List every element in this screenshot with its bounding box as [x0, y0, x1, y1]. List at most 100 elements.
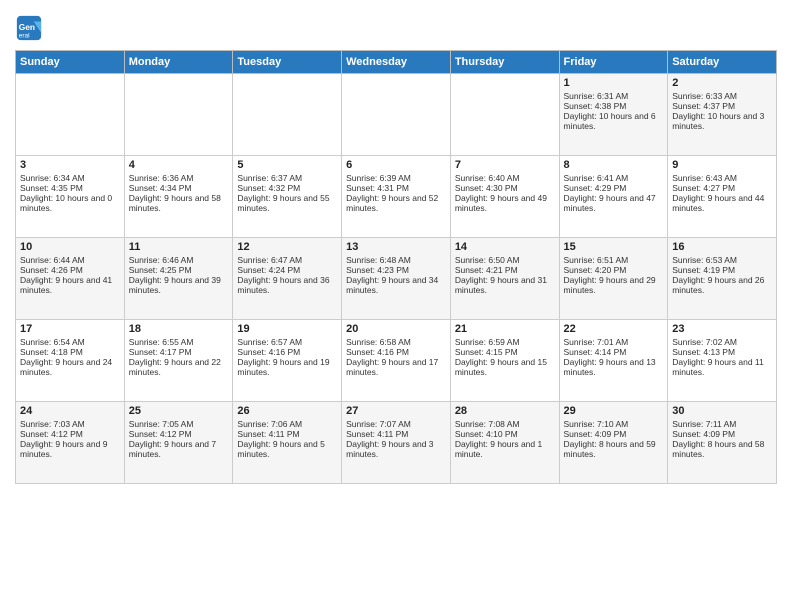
- day-info: Sunrise: 6:55 AM: [129, 337, 229, 347]
- day-info: Sunset: 4:11 PM: [346, 429, 446, 439]
- header: Gen eral: [15, 10, 777, 42]
- calendar-cell: 8 Sunrise: 6:41 AMSunset: 4:29 PMDaylight…: [559, 156, 668, 238]
- day-info: Sunset: 4:23 PM: [346, 265, 446, 275]
- day-info: Daylight: 9 hours and 22 minutes.: [129, 357, 229, 377]
- day-number: 30: [672, 405, 772, 417]
- day-info: Sunset: 4:37 PM: [672, 101, 772, 111]
- day-info: Sunset: 4:18 PM: [20, 347, 120, 357]
- day-info: Sunset: 4:09 PM: [564, 429, 664, 439]
- calendar-cell: 9Sunrise: 6:43 AMSunset: 4:27 PMDaylight…: [668, 156, 777, 238]
- day-info: Sunset: 4:16 PM: [346, 347, 446, 357]
- calendar-body: 1Sunrise: 6:31 AMSunset: 4:38 PMDaylight…: [16, 74, 777, 484]
- calendar-cell: 18Sunrise: 6:55 AMSunset: 4:17 PMDayligh…: [124, 320, 233, 402]
- calendar-cell: 12Sunrise: 6:47 AMSunset: 4:24 PMDayligh…: [233, 238, 342, 320]
- day-info: Sunrise: 6:58 AM: [346, 337, 446, 347]
- calendar-cell: 16Sunrise: 6:53 AMSunset: 4:19 PMDayligh…: [668, 238, 777, 320]
- day-info: Daylight: 9 hours and 41 minutes.: [20, 275, 120, 295]
- day-number: 26: [237, 405, 337, 417]
- day-info: Daylight: 9 hours and 15 minutes.: [455, 357, 555, 377]
- day-info: Sunrise: 6:33 AM: [672, 91, 772, 101]
- day-info: Daylight: 9 hours and 49 minutes.: [455, 193, 555, 213]
- day-number: 1: [564, 77, 664, 89]
- day-info: Daylight: 8 hours and 59 minutes.: [564, 439, 664, 459]
- day-info: Sunset: 4:14 PM: [564, 347, 664, 357]
- day-info: Daylight: 10 hours and 6 minutes.: [564, 111, 664, 131]
- day-info: Sunset: 4:27 PM: [672, 183, 772, 193]
- day-info: Sunset: 4:11 PM: [237, 429, 337, 439]
- day-info: Sunset: 4:13 PM: [672, 347, 772, 357]
- day-info: Sunrise: 6:40 AM: [455, 173, 555, 183]
- day-info: Daylight: 9 hours and 44 minutes.: [672, 193, 772, 213]
- calendar-table: SundayMondayTuesdayWednesdayThursdayFrid…: [15, 50, 777, 484]
- calendar-col-thursday: Thursday: [450, 51, 559, 74]
- day-info: Daylight: 8 hours and 58 minutes.: [672, 439, 772, 459]
- logo: Gen eral: [15, 14, 45, 42]
- day-info: Sunset: 4:19 PM: [672, 265, 772, 275]
- day-info: Sunrise: 6:34 AM: [20, 173, 120, 183]
- svg-text:eral: eral: [19, 32, 30, 39]
- day-info: Daylight: 9 hours and 36 minutes.: [237, 275, 337, 295]
- calendar-cell: 5Sunrise: 6:37 AMSunset: 4:32 PMDaylight…: [233, 156, 342, 238]
- calendar-col-wednesday: Wednesday: [342, 51, 451, 74]
- day-info: Daylight: 9 hours and 34 minutes.: [346, 275, 446, 295]
- day-number: 8: [564, 159, 664, 171]
- day-info: Daylight: 9 hours and 55 minutes.: [237, 193, 337, 213]
- day-info: Daylight: 9 hours and 1 minute.: [455, 439, 555, 459]
- calendar-cell: 28Sunrise: 7:08 AMSunset: 4:10 PMDayligh…: [450, 402, 559, 484]
- day-number: 10: [20, 241, 120, 253]
- day-info: Sunset: 4:35 PM: [20, 183, 120, 193]
- day-number: 6: [346, 159, 446, 171]
- day-info: Sunrise: 6:46 AM: [129, 255, 229, 265]
- day-info: Sunrise: 7:02 AM: [672, 337, 772, 347]
- day-number: 19: [237, 323, 337, 335]
- day-info: Daylight: 9 hours and 5 minutes.: [237, 439, 337, 459]
- calendar-cell: 15Sunrise: 6:51 AMSunset: 4:20 PMDayligh…: [559, 238, 668, 320]
- day-info: Sunset: 4:26 PM: [20, 265, 120, 275]
- day-info: Sunrise: 6:51 AM: [564, 255, 664, 265]
- day-info: Daylight: 9 hours and 7 minutes.: [129, 439, 229, 459]
- day-info: Daylight: 9 hours and 17 minutes.: [346, 357, 446, 377]
- calendar-week-4: 17Sunrise: 6:54 AMSunset: 4:18 PMDayligh…: [16, 320, 777, 402]
- day-info: Daylight: 9 hours and 39 minutes.: [129, 275, 229, 295]
- calendar-week-3: 10Sunrise: 6:44 AMSunset: 4:26 PMDayligh…: [16, 238, 777, 320]
- day-info: Sunrise: 6:43 AM: [672, 173, 772, 183]
- day-info: Sunset: 4:20 PM: [564, 265, 664, 275]
- day-info: Sunrise: 6:57 AM: [237, 337, 337, 347]
- calendar-cell: 25Sunrise: 7:05 AMSunset: 4:12 PMDayligh…: [124, 402, 233, 484]
- day-number: 17: [20, 323, 120, 335]
- calendar-col-saturday: Saturday: [668, 51, 777, 74]
- calendar-cell: [16, 74, 125, 156]
- day-number: 5: [237, 159, 337, 171]
- calendar-cell: 4Sunrise: 6:36 AMSunset: 4:34 PMDaylight…: [124, 156, 233, 238]
- day-info: Sunset: 4:30 PM: [455, 183, 555, 193]
- day-info: Sunrise: 6:48 AM: [346, 255, 446, 265]
- day-number: 16: [672, 241, 772, 253]
- day-number: 25: [129, 405, 229, 417]
- day-info: Sunset: 4:10 PM: [455, 429, 555, 439]
- day-info: Sunset: 4:21 PM: [455, 265, 555, 275]
- day-info: Sunrise: 6:41 AM: [564, 173, 664, 183]
- day-info: Daylight: 9 hours and 19 minutes.: [237, 357, 337, 377]
- day-info: Daylight: 9 hours and 58 minutes.: [129, 193, 229, 213]
- calendar-header-row: SundayMondayTuesdayWednesdayThursdayFrid…: [16, 51, 777, 74]
- logo-icon: Gen eral: [15, 14, 43, 42]
- day-number: 14: [455, 241, 555, 253]
- day-info: Sunrise: 7:06 AM: [237, 419, 337, 429]
- calendar-cell: 14Sunrise: 6:50 AMSunset: 4:21 PMDayligh…: [450, 238, 559, 320]
- calendar-week-2: 3Sunrise: 6:34 AMSunset: 4:35 PMDaylight…: [16, 156, 777, 238]
- day-number: 4: [129, 159, 229, 171]
- calendar-cell: 11Sunrise: 6:46 AMSunset: 4:25 PMDayligh…: [124, 238, 233, 320]
- page-container: Gen eral SundayMondayTuesdayWednesdayThu…: [0, 0, 792, 494]
- day-info: Sunset: 4:38 PM: [564, 101, 664, 111]
- calendar-cell: 30Sunrise: 7:11 AMSunset: 4:09 PMDayligh…: [668, 402, 777, 484]
- day-info: Sunrise: 6:44 AM: [20, 255, 120, 265]
- day-info: Sunrise: 7:03 AM: [20, 419, 120, 429]
- day-info: Sunset: 4:31 PM: [346, 183, 446, 193]
- day-info: Daylight: 9 hours and 52 minutes.: [346, 193, 446, 213]
- day-info: Sunset: 4:29 PM: [564, 183, 664, 193]
- day-info: Daylight: 9 hours and 31 minutes.: [455, 275, 555, 295]
- calendar-cell: 29Sunrise: 7:10 AMSunset: 4:09 PMDayligh…: [559, 402, 668, 484]
- day-info: Sunset: 4:15 PM: [455, 347, 555, 357]
- day-number: 12: [237, 241, 337, 253]
- day-info: Daylight: 9 hours and 47 minutes.: [564, 193, 664, 213]
